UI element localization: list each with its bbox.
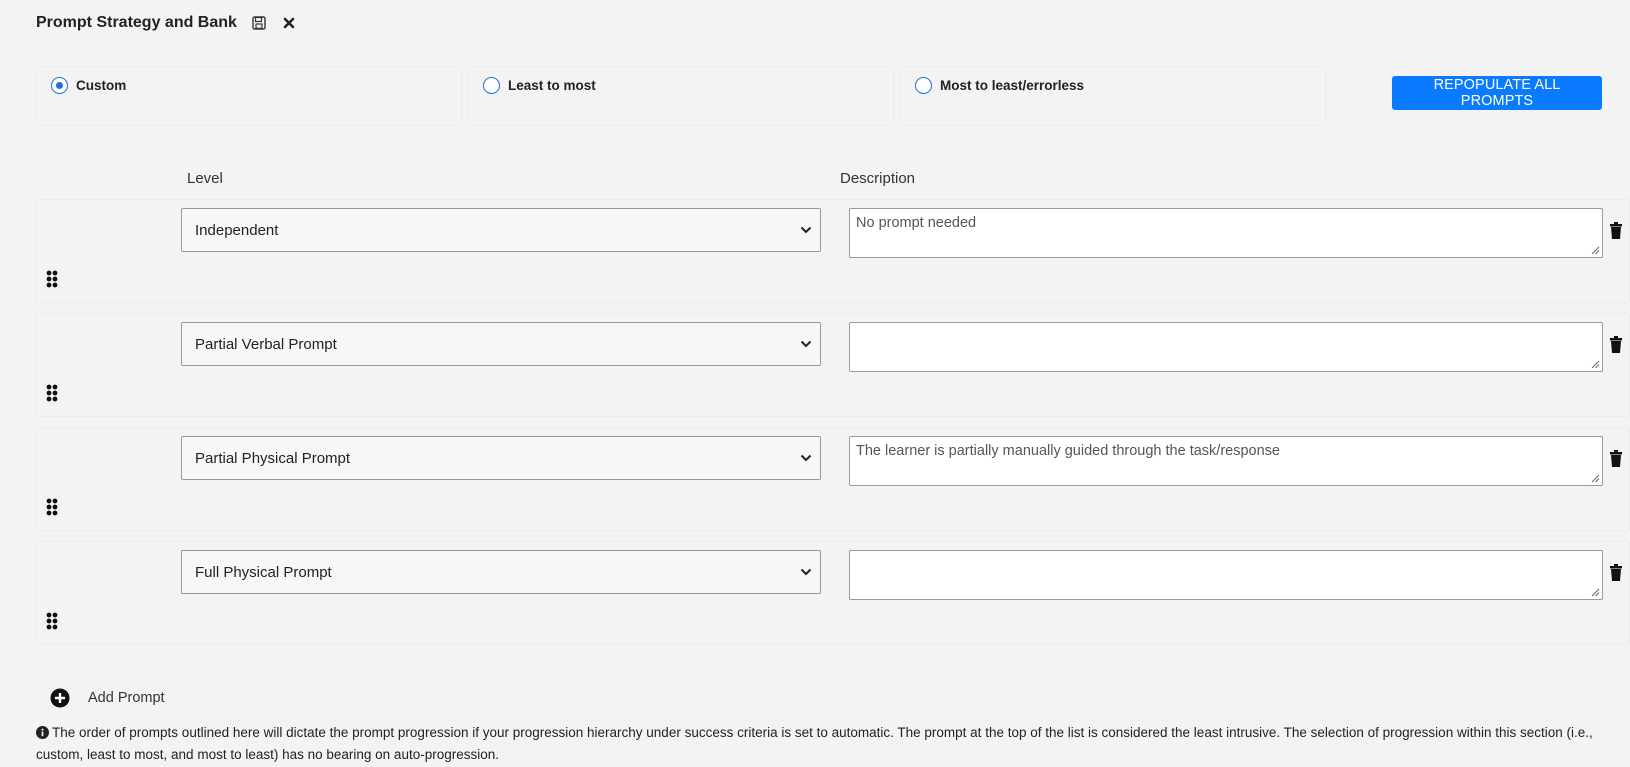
description-column-header: Description	[840, 170, 916, 187]
drag-handle-icon[interactable]	[46, 612, 58, 630]
repopulate-all-prompts-button[interactable]: REPOPULATE ALL PROMPTS	[1392, 76, 1602, 110]
description-textarea[interactable]: The learner is partially manually guided…	[849, 436, 1603, 486]
prompt-row: Full Physical Prompt	[36, 541, 1630, 645]
drag-handle-icon[interactable]	[46, 498, 58, 516]
strategy-card-custom: Custom	[36, 66, 462, 126]
radio-least-to-most[interactable]	[483, 77, 500, 94]
panel-header: Prompt Strategy and Bank	[36, 14, 297, 32]
prompt-strategy-panel: Prompt Strategy and Bank Custom Least to…	[0, 0, 1630, 767]
description-textarea[interactable]	[849, 550, 1603, 600]
radio-selected-dot	[56, 82, 63, 89]
trash-icon[interactable]	[1609, 564, 1623, 582]
save-icon[interactable]	[251, 15, 267, 31]
level-select-value: Independent	[195, 221, 279, 239]
prompt-row: Partial Verbal Prompt	[36, 313, 1630, 417]
radio-option-least-to-most[interactable]: Least to most	[483, 77, 596, 94]
description-text: No prompt needed	[856, 215, 977, 231]
radio-label: Least to most	[508, 78, 596, 93]
add-prompt-button[interactable]: Add Prompt	[50, 688, 165, 708]
strategy-card-most-to-least: Most to least/errorless	[900, 66, 1326, 126]
trash-icon[interactable]	[1609, 336, 1623, 354]
strategy-card-least-to-most: Least to most	[468, 66, 894, 126]
strategy-options: Custom Least to most Most to least/error…	[36, 66, 1630, 126]
drag-handle-icon[interactable]	[46, 270, 58, 288]
chevron-down-icon	[800, 568, 812, 576]
trash-icon[interactable]	[1609, 450, 1623, 468]
drag-handle-icon[interactable]	[46, 384, 58, 402]
level-select[interactable]: Partial Physical Prompt	[181, 436, 821, 480]
level-select-value: Full Physical Prompt	[195, 563, 332, 581]
info-icon	[36, 726, 49, 739]
radio-most-to-least[interactable]	[915, 77, 932, 94]
level-select[interactable]: Full Physical Prompt	[181, 550, 821, 594]
chevron-down-icon	[800, 226, 812, 234]
radio-label: Custom	[76, 78, 127, 93]
level-select-value: Partial Verbal Prompt	[195, 335, 337, 353]
chevron-down-icon	[800, 340, 812, 348]
info-note-text: The order of prompts outlined here will …	[36, 725, 1593, 762]
radio-option-most-to-least[interactable]: Most to least/errorless	[915, 77, 1084, 94]
description-textarea[interactable]: No prompt needed	[849, 208, 1603, 258]
resize-grip-icon[interactable]	[1590, 473, 1600, 483]
trash-icon[interactable]	[1609, 222, 1623, 240]
plus-circle-icon	[50, 688, 70, 708]
radio-option-custom[interactable]: Custom	[51, 77, 126, 94]
description-text: The learner is partially manually guided…	[856, 443, 1280, 459]
page-title: Prompt Strategy and Bank	[36, 14, 237, 31]
level-select[interactable]: Independent	[181, 208, 821, 252]
resize-grip-icon[interactable]	[1590, 587, 1600, 597]
radio-label: Most to least/errorless	[940, 78, 1085, 93]
info-note: The order of prompts outlined here will …	[36, 722, 1596, 766]
level-select-value: Partial Physical Prompt	[195, 449, 351, 467]
prompt-row: Partial Physical Prompt The learner is p…	[36, 427, 1630, 531]
description-textarea[interactable]	[849, 322, 1603, 372]
prompt-row: Independent No prompt needed	[36, 199, 1630, 303]
resize-grip-icon[interactable]	[1590, 245, 1600, 255]
level-select[interactable]: Partial Verbal Prompt	[181, 322, 821, 366]
add-prompt-label: Add Prompt	[88, 690, 165, 706]
chevron-down-icon	[800, 454, 812, 462]
level-column-header: Level	[187, 170, 223, 187]
close-icon[interactable]	[281, 15, 297, 31]
resize-grip-icon[interactable]	[1590, 359, 1600, 369]
radio-custom[interactable]	[51, 77, 68, 94]
